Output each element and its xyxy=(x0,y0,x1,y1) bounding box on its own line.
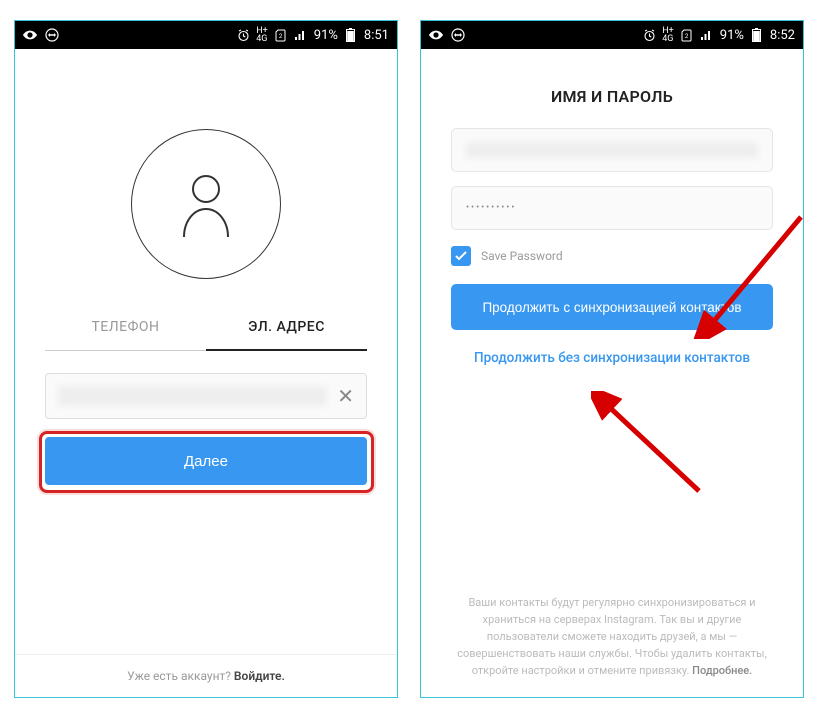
sim-icon: 2 xyxy=(274,28,288,42)
network-type-icon: H+4G xyxy=(662,27,674,43)
person-icon xyxy=(176,169,236,239)
tab-phone[interactable]: ТЕЛЕФОН xyxy=(45,305,206,351)
contacts-disclaimer: Ваши контакты будут регулярно синхронизи… xyxy=(421,594,803,697)
password-field[interactable]: •••••••••• xyxy=(451,186,773,230)
svg-text:2: 2 xyxy=(279,33,283,40)
battery-icon xyxy=(344,28,358,42)
battery-pct: 91% xyxy=(720,28,744,43)
password-value: •••••••••• xyxy=(466,203,516,213)
clear-icon[interactable]: ✕ xyxy=(327,384,354,408)
svg-text:2: 2 xyxy=(685,33,689,40)
clock-time: 8:52 xyxy=(770,28,795,43)
battery-icon xyxy=(750,28,764,42)
annotation-highlight xyxy=(39,431,374,493)
learn-more-link[interactable]: Подробнее. xyxy=(692,664,752,677)
eye-icon xyxy=(429,28,443,42)
signup-tabs: ТЕЛЕФОН ЭЛ. АДРЕС xyxy=(45,305,367,351)
battery-pct: 91% xyxy=(314,28,338,43)
alarm-icon xyxy=(236,28,250,42)
teamviewer-icon xyxy=(45,28,59,42)
status-bar: H+4G 2 91% 8:52 xyxy=(421,21,803,49)
page-title: ИМЯ И ПАРОЛЬ xyxy=(421,87,803,106)
email-input[interactable]: ✕ xyxy=(45,373,367,419)
login-link[interactable]: Войдите. xyxy=(234,669,285,683)
teamviewer-icon xyxy=(451,28,465,42)
continue-no-sync-link[interactable]: Продолжить без синхронизации контактов xyxy=(451,350,773,366)
status-bar: H+4G 2 91% 8:51 xyxy=(15,21,397,49)
name-field[interactable] xyxy=(451,128,773,172)
phone-name-password: H+4G 2 91% 8:52 ИМЯ И ПАРОЛЬ ••••• xyxy=(420,20,804,698)
login-prompt: Уже есть аккаунт? Войдите. xyxy=(15,654,397,697)
alarm-icon xyxy=(642,28,656,42)
avatar-placeholder xyxy=(131,129,281,279)
annotation-arrow xyxy=(591,391,711,501)
save-password-checkbox[interactable] xyxy=(451,246,471,266)
phone-signup-email: H+4G 2 91% 8:51 xyxy=(14,20,398,698)
clock-time: 8:51 xyxy=(364,28,389,43)
signal-icon xyxy=(294,28,308,42)
network-type-icon: H+4G xyxy=(256,27,268,43)
signal-icon xyxy=(700,28,714,42)
name-value-redacted xyxy=(466,142,758,158)
sim-icon: 2 xyxy=(680,28,694,42)
eye-icon xyxy=(23,28,37,42)
continue-sync-button[interactable]: Продолжить с синхронизацией контактов xyxy=(451,284,773,330)
email-value-redacted xyxy=(58,386,327,406)
tab-email[interactable]: ЭЛ. АДРЕС xyxy=(206,305,367,351)
save-password-label: Save Password xyxy=(481,249,563,263)
